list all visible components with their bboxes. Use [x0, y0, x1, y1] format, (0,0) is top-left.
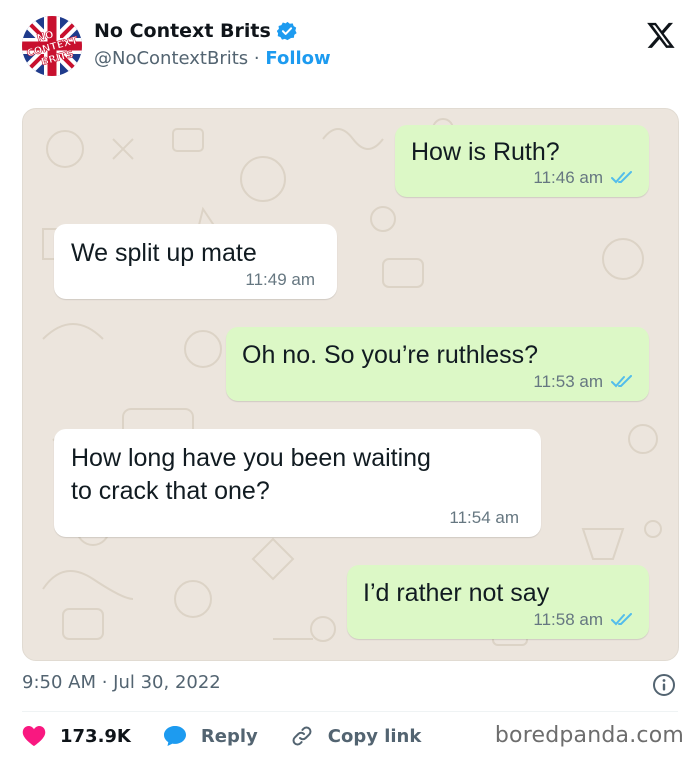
message-time: 11:46 am	[533, 168, 603, 187]
x-logo-icon[interactable]	[646, 20, 676, 50]
message-text-line-2: to crack that one?	[71, 477, 270, 505]
message-text: We split up mate	[71, 239, 257, 267]
watermark: boredpanda.com	[494, 723, 684, 748]
message-bubble-outgoing[interactable]: How is Ruth? 11:46 am	[395, 125, 649, 197]
double-check-icon	[611, 171, 632, 184]
message-bubble-outgoing[interactable]: I’d rather not say 11:58 am	[347, 565, 649, 639]
post-header: NO CONTEXT BRITS No Context Brits @NoCon…	[0, 0, 700, 90]
copy-link-label: Copy link	[327, 725, 422, 747]
reply-bubble-icon	[163, 726, 186, 746]
author-handle[interactable]: @NoContextBrits	[94, 48, 248, 69]
message-text: How is Ruth?	[411, 138, 560, 166]
message-meta: 11:58 am	[533, 610, 635, 630]
message-bubble-incoming[interactable]: We split up mate 11:49 am	[54, 224, 337, 299]
message-time: 11:58 am	[533, 610, 603, 629]
like-count: 173.9K	[60, 725, 131, 747]
message-time: 11:53 am	[533, 372, 603, 391]
reply-button[interactable]: Reply	[163, 725, 258, 747]
message-text: Oh no. So you’re ruthless?	[242, 341, 538, 369]
info-icon[interactable]	[652, 673, 676, 697]
action-bar: 173.9K Reply Copy link	[22, 720, 453, 752]
author-name-row[interactable]: No Context Brits	[94, 20, 297, 42]
divider	[22, 711, 678, 712]
copy-link-button[interactable]: Copy link	[290, 724, 422, 748]
post-timestamp[interactable]: 9:50 AM · Jul 30, 2022	[22, 672, 221, 693]
handle-row: @NoContextBrits · Follow	[94, 48, 331, 69]
message-text-line-1: How long have you been waiting	[71, 444, 431, 472]
message-time: 11:54 am	[449, 508, 519, 527]
follow-button[interactable]: Follow	[265, 48, 330, 69]
message-meta: 11:54 am	[449, 508, 519, 528]
chat-screenshot: How is Ruth? 11:46 am We split up mate 1…	[22, 108, 679, 661]
message-meta: 11:46 am	[533, 168, 635, 188]
message-bubble-outgoing[interactable]: Oh no. So you’re ruthless? 11:53 am	[226, 327, 649, 401]
message-bubble-incoming[interactable]: How long have you been waiting to crack …	[54, 429, 541, 537]
message-meta: 11:53 am	[533, 372, 635, 392]
message-meta: 11:49 am	[245, 270, 315, 290]
double-check-icon	[611, 613, 632, 626]
author-name[interactable]: No Context Brits	[94, 20, 271, 42]
double-check-icon	[611, 375, 632, 388]
like-button[interactable]: 173.9K	[22, 725, 131, 747]
heart-icon	[22, 726, 46, 746]
avatar[interactable]: NO CONTEXT BRITS	[22, 16, 82, 76]
verified-badge-icon	[276, 21, 297, 41]
message-time: 11:49 am	[245, 270, 315, 289]
message-text: I’d rather not say	[363, 579, 550, 607]
separator-dot: ·	[253, 48, 260, 69]
reply-label: Reply	[200, 725, 258, 747]
link-icon	[292, 726, 312, 746]
